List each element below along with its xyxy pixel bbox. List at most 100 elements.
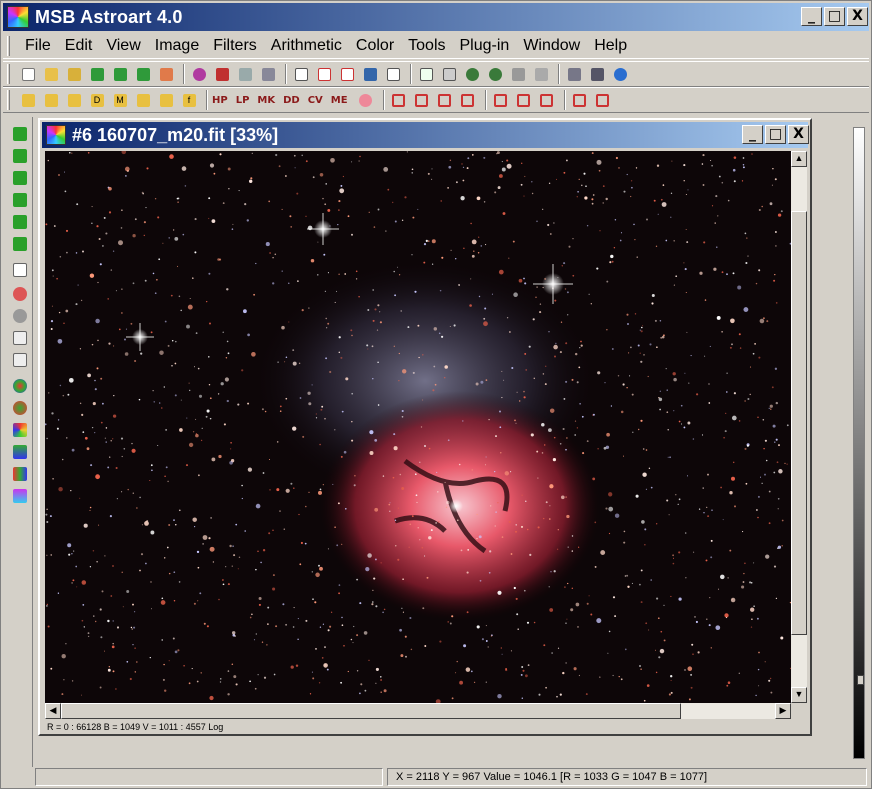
menu-filters[interactable]: Filters — [206, 37, 264, 55]
monitor-icon[interactable] — [508, 64, 528, 84]
browse-icon[interactable] — [156, 64, 176, 84]
display-icon[interactable] — [383, 64, 403, 84]
color-split-icon[interactable] — [13, 445, 27, 459]
dark-icon[interactable]: D — [87, 90, 107, 110]
mirror-icon[interactable] — [537, 90, 557, 110]
image-maximize-button[interactable]: □ — [765, 125, 786, 144]
save-icon[interactable] — [87, 64, 107, 84]
vertical-scrollbar[interactable]: ▲ ▼ — [791, 151, 807, 703]
convolution-button[interactable]: CV — [308, 95, 323, 106]
mosaic-icon[interactable] — [570, 90, 590, 110]
paste-icon[interactable] — [258, 64, 278, 84]
function-icon[interactable]: f — [179, 90, 199, 110]
ddp-button[interactable]: DD — [283, 95, 300, 106]
plugins-icon[interactable] — [587, 64, 607, 84]
maximize-button[interactable]: □ — [824, 7, 845, 26]
menu-arithmetic[interactable]: Arithmetic — [264, 37, 349, 55]
stop-icon[interactable] — [13, 127, 27, 141]
new-file-icon[interactable] — [18, 64, 38, 84]
star — [531, 192, 534, 195]
grid-icon[interactable] — [593, 90, 613, 110]
view-icon[interactable] — [439, 64, 459, 84]
menu-tools[interactable]: Tools — [401, 37, 452, 55]
unsharp-mask-button[interactable]: MK — [257, 95, 275, 106]
highpass-button[interactable]: HP — [212, 95, 228, 106]
vertical-scroll-thumb[interactable] — [791, 211, 807, 635]
menu-plugin[interactable]: Plug-in — [453, 37, 517, 55]
multiply-icon[interactable] — [156, 90, 176, 110]
star — [46, 437, 48, 440]
open-folder-icon[interactable] — [41, 64, 61, 84]
scroll-left-button[interactable]: ◀ — [45, 703, 61, 719]
color-balance-icon[interactable] — [13, 401, 27, 415]
stats-icon[interactable] — [416, 64, 436, 84]
filter-icon[interactable] — [356, 90, 376, 110]
horizontal-scrollbar[interactable]: ◀ ▶ — [45, 703, 791, 719]
plus-icon[interactable] — [133, 90, 153, 110]
max-entropy-button[interactable]: ME — [331, 95, 348, 106]
zoom-out-icon[interactable] — [485, 64, 505, 84]
image-window-titlebar[interactable]: #6 160707_m20.fit [33%] _ □ X — [42, 122, 809, 148]
star — [549, 233, 552, 235]
profile-icon[interactable] — [337, 64, 357, 84]
menu-image[interactable]: Image — [148, 37, 206, 55]
menu-window[interactable]: Window — [516, 37, 587, 55]
scroll-down-button[interactable]: ▼ — [791, 687, 807, 703]
star — [500, 452, 502, 454]
menu-help[interactable]: Help — [587, 37, 634, 55]
channel-2-icon[interactable] — [13, 193, 27, 207]
color-blend-icon[interactable] — [13, 489, 27, 503]
horizontal-scroll-thumb[interactable] — [61, 703, 681, 719]
scroll-right-button[interactable]: ▶ — [775, 703, 791, 719]
plot-icon[interactable] — [13, 353, 27, 367]
star-select-icon[interactable] — [13, 287, 27, 301]
rotate-icon[interactable] — [412, 90, 432, 110]
cut-icon[interactable] — [212, 64, 232, 84]
fit-window-icon[interactable] — [531, 64, 551, 84]
image-close-button[interactable]: X — [788, 125, 809, 144]
menu-file[interactable]: File — [18, 37, 58, 55]
rgb-combine-icon[interactable] — [13, 379, 27, 393]
median-icon[interactable]: M — [110, 90, 130, 110]
menu-color[interactable]: Color — [349, 37, 401, 55]
aperture-icon[interactable] — [13, 309, 27, 323]
save-as-icon[interactable] — [110, 64, 130, 84]
help-icon[interactable] — [610, 64, 630, 84]
lowpass-button[interactable]: LP — [236, 95, 250, 106]
crop-icon[interactable] — [389, 90, 409, 110]
graph-icon[interactable] — [13, 263, 27, 277]
save-all-icon[interactable] — [133, 64, 153, 84]
add-icon[interactable] — [18, 90, 38, 110]
chart-icon[interactable] — [13, 331, 27, 345]
undo-icon[interactable] — [189, 64, 209, 84]
open-multiple-icon[interactable] — [64, 64, 84, 84]
close-button[interactable]: X — [847, 7, 868, 26]
channel-1-icon[interactable] — [13, 171, 27, 185]
astro-image[interactable] — [45, 151, 791, 703]
zoom-in-icon[interactable] — [462, 64, 482, 84]
register-icon[interactable] — [514, 90, 534, 110]
align-icon[interactable] — [491, 90, 511, 110]
zoom-window-icon[interactable] — [291, 64, 311, 84]
photometry-icon[interactable] — [360, 64, 380, 84]
scroll-up-button[interactable]: ▲ — [791, 151, 807, 167]
color-palette-icon[interactable] — [13, 423, 27, 437]
menu-view[interactable]: View — [99, 37, 147, 55]
subtract-icon[interactable] — [41, 90, 61, 110]
play-icon[interactable] — [13, 149, 27, 163]
copy-icon[interactable] — [235, 64, 255, 84]
color-channels-icon[interactable] — [13, 467, 27, 481]
histogram-icon[interactable] — [314, 64, 334, 84]
image-minimize-button[interactable]: _ — [742, 125, 763, 144]
channel-4-icon[interactable] — [13, 237, 27, 251]
level-thumb[interactable] — [857, 675, 864, 685]
bin-icon[interactable] — [458, 90, 478, 110]
resize-icon[interactable] — [435, 90, 455, 110]
divide-icon[interactable] — [64, 90, 84, 110]
menu-edit[interactable]: Edit — [58, 37, 100, 55]
minimize-button[interactable]: _ — [801, 7, 822, 26]
title-bar[interactable]: MSB Astroart 4.0 _ □ X — [3, 3, 869, 31]
channel-3-icon[interactable] — [13, 215, 27, 229]
star — [337, 502, 340, 505]
telescope-icon[interactable] — [564, 64, 584, 84]
